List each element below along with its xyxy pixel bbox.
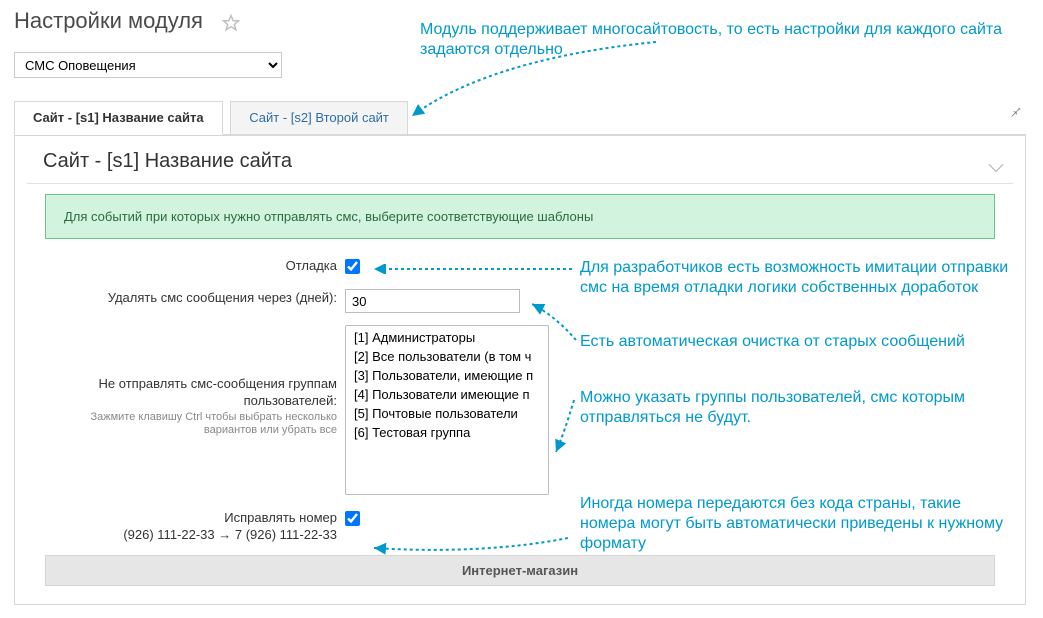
module-select[interactable]: СМС Оповещения xyxy=(14,52,282,78)
page-title: Настройки модуля xyxy=(14,8,203,34)
annotation-multisite: Модуль поддерживает многосайтовость, то … xyxy=(420,20,1030,60)
section-shop-bar[interactable]: Интернет-магазин xyxy=(45,555,995,586)
fix-number-label: Исправлять номер xyxy=(224,510,337,525)
tab-site-s1[interactable]: Сайт - [s1] Название сайта xyxy=(14,101,223,135)
settings-panel: Сайт - [s1] Название сайта Для событий п… xyxy=(14,135,1026,605)
chevron-down-icon[interactable] xyxy=(987,156,1005,168)
pin-icon[interactable] xyxy=(1009,104,1025,120)
exclude-groups-label: Не отправлять смс-сообщения группам поль… xyxy=(99,376,337,408)
tabs-bar: Сайт - [s1] Название сайта Сайт - [s2] В… xyxy=(14,100,1026,135)
exclude-groups-select[interactable]: [1] Администраторы [2] Все пользователи … xyxy=(345,325,549,495)
fix-number-checkbox[interactable] xyxy=(345,511,360,526)
list-item[interactable]: [1] Администраторы xyxy=(348,328,546,347)
fix-number-example: (926) 111-22-33 → 7 (926) 111-22-33 xyxy=(123,527,337,542)
list-item[interactable]: [4] Пользователи имеющие п xyxy=(348,385,546,404)
debug-label: Отладка xyxy=(49,257,345,274)
list-item[interactable]: [2] Все пользователи (в том ч xyxy=(348,347,546,366)
info-notice: Для событий при которых нужно отправлять… xyxy=(45,194,995,239)
list-item[interactable]: [3] Пользователи, имеющие п xyxy=(348,366,546,385)
favorite-star-icon[interactable] xyxy=(222,14,240,32)
panel-title: Сайт - [s1] Название сайта xyxy=(43,150,292,173)
list-item[interactable]: [6] Тестовая группа xyxy=(348,423,546,442)
divider xyxy=(27,183,1013,184)
debug-checkbox[interactable] xyxy=(345,259,360,274)
tab-site-s2[interactable]: Сайт - [s2] Второй сайт xyxy=(230,101,408,134)
delete-days-label: Удалять смс сообщения через (дней): xyxy=(49,289,345,306)
exclude-groups-hint: Зажмите клавишу Ctrl чтобы выбрать неско… xyxy=(49,411,337,437)
delete-days-input[interactable] xyxy=(345,289,520,313)
list-item[interactable]: [5] Почтовые пользователи xyxy=(348,404,546,423)
